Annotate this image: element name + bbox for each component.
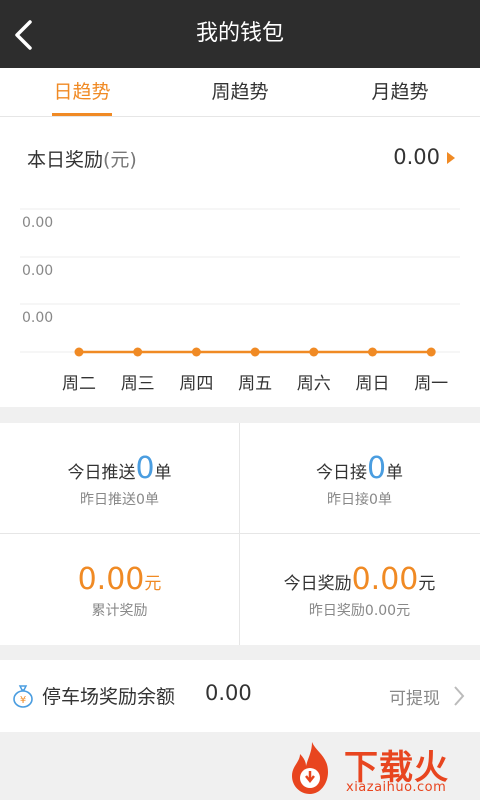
data-point	[133, 347, 143, 357]
chart-card: 本日奖励(元) 0.00 0.00 0.00 0.00 周二 周三 周四 周五 周六 周日 周一	[0, 117, 480, 407]
x-tick-label: 周二	[62, 374, 96, 394]
parking-balance-label: 停车场奖励余额	[42, 686, 176, 708]
today-reward-prefix: 今日奖励	[283, 574, 352, 594]
x-tick-label: 周一	[414, 374, 448, 394]
stats-vertical-divider	[239, 423, 240, 645]
today-push-suffix: 单	[154, 463, 172, 483]
today-push-value: 0	[135, 451, 155, 486]
today-accept-prefix: 今日接	[315, 463, 367, 483]
y-tick-label: 0.00	[22, 215, 53, 231]
data-point	[309, 347, 319, 357]
flame-logo-icon	[292, 742, 328, 794]
stats-horizontal-divider	[0, 533, 480, 534]
data-point	[74, 347, 84, 357]
svg-text:¥: ¥	[20, 695, 26, 706]
y-tick-label: 0.00	[22, 310, 53, 326]
data-point	[250, 347, 260, 357]
parking-balance-value: 0.00	[205, 681, 252, 705]
page-title: 我的钱包	[195, 21, 284, 46]
today-accept-cell: 今日接0单 昨日接0单	[240, 423, 479, 533]
y-tick-label: 0.00	[22, 263, 53, 279]
today-reward-value: 0.00	[351, 562, 419, 597]
today-reward-cell: 今日奖励0.00元 昨日奖励0.00元	[240, 534, 479, 644]
x-tick-label: 周五	[238, 374, 272, 394]
active-tab-indicator	[52, 113, 112, 116]
total-reward-suffix: 元	[144, 574, 162, 594]
today-accept-suffix: 单	[386, 463, 404, 483]
yesterday-reward: 昨日奖励0.00元	[308, 603, 411, 619]
yesterday-accept: 昨日接0单	[327, 492, 392, 508]
withdrawable-link[interactable]: 可提现	[389, 684, 440, 709]
x-tick-label: 周三	[121, 374, 155, 394]
total-reward-label: 累计奖励	[91, 603, 148, 619]
top-bar: 我的钱包	[0, 0, 480, 68]
trend-tabs: 日趋势 周趋势 月趋势	[0, 68, 480, 117]
yesterday-push: 昨日推送0单	[80, 492, 159, 508]
total-reward-value: 0.00	[77, 562, 145, 597]
chevron-right-icon[interactable]	[452, 684, 466, 708]
tab-daily-trend[interactable]: 日趋势	[22, 68, 142, 116]
reward-line-chart: 0.00 0.00 0.00 周二 周三 周四 周五 周六 周日 周一	[20, 208, 460, 394]
today-reward-suffix: 元	[418, 574, 436, 594]
tab-weekly-trend[interactable]: 周趋势	[180, 68, 300, 116]
stats-panel: 今日推送0单 昨日推送0单 今日接0单 昨日接0单 0.00元 累计奖励 今日奖…	[0, 423, 480, 645]
x-tick-label: 周四	[179, 374, 213, 394]
total-reward-cell: 0.00元 累计奖励	[0, 534, 239, 644]
data-point	[191, 347, 201, 357]
money-bag-icon: ¥	[13, 685, 33, 708]
watermark-url: xiazaihuo.com	[346, 780, 447, 795]
data-point	[426, 347, 436, 357]
watermark: 下载火 xiazaihuo.com	[282, 738, 477, 798]
today-accept-value: 0	[366, 451, 387, 486]
x-tick-label: 周六	[297, 374, 331, 394]
today-push-cell: 今日推送0单 昨日推送0单	[0, 423, 239, 533]
tab-monthly-trend[interactable]: 月趋势	[340, 68, 460, 116]
parking-balance-row[interactable]: ¥ 停车场奖励余额 0.00 可提现	[0, 660, 480, 732]
today-push-prefix: 今日推送	[67, 463, 136, 483]
x-tick-label: 周日	[356, 374, 390, 394]
data-point	[368, 347, 377, 357]
